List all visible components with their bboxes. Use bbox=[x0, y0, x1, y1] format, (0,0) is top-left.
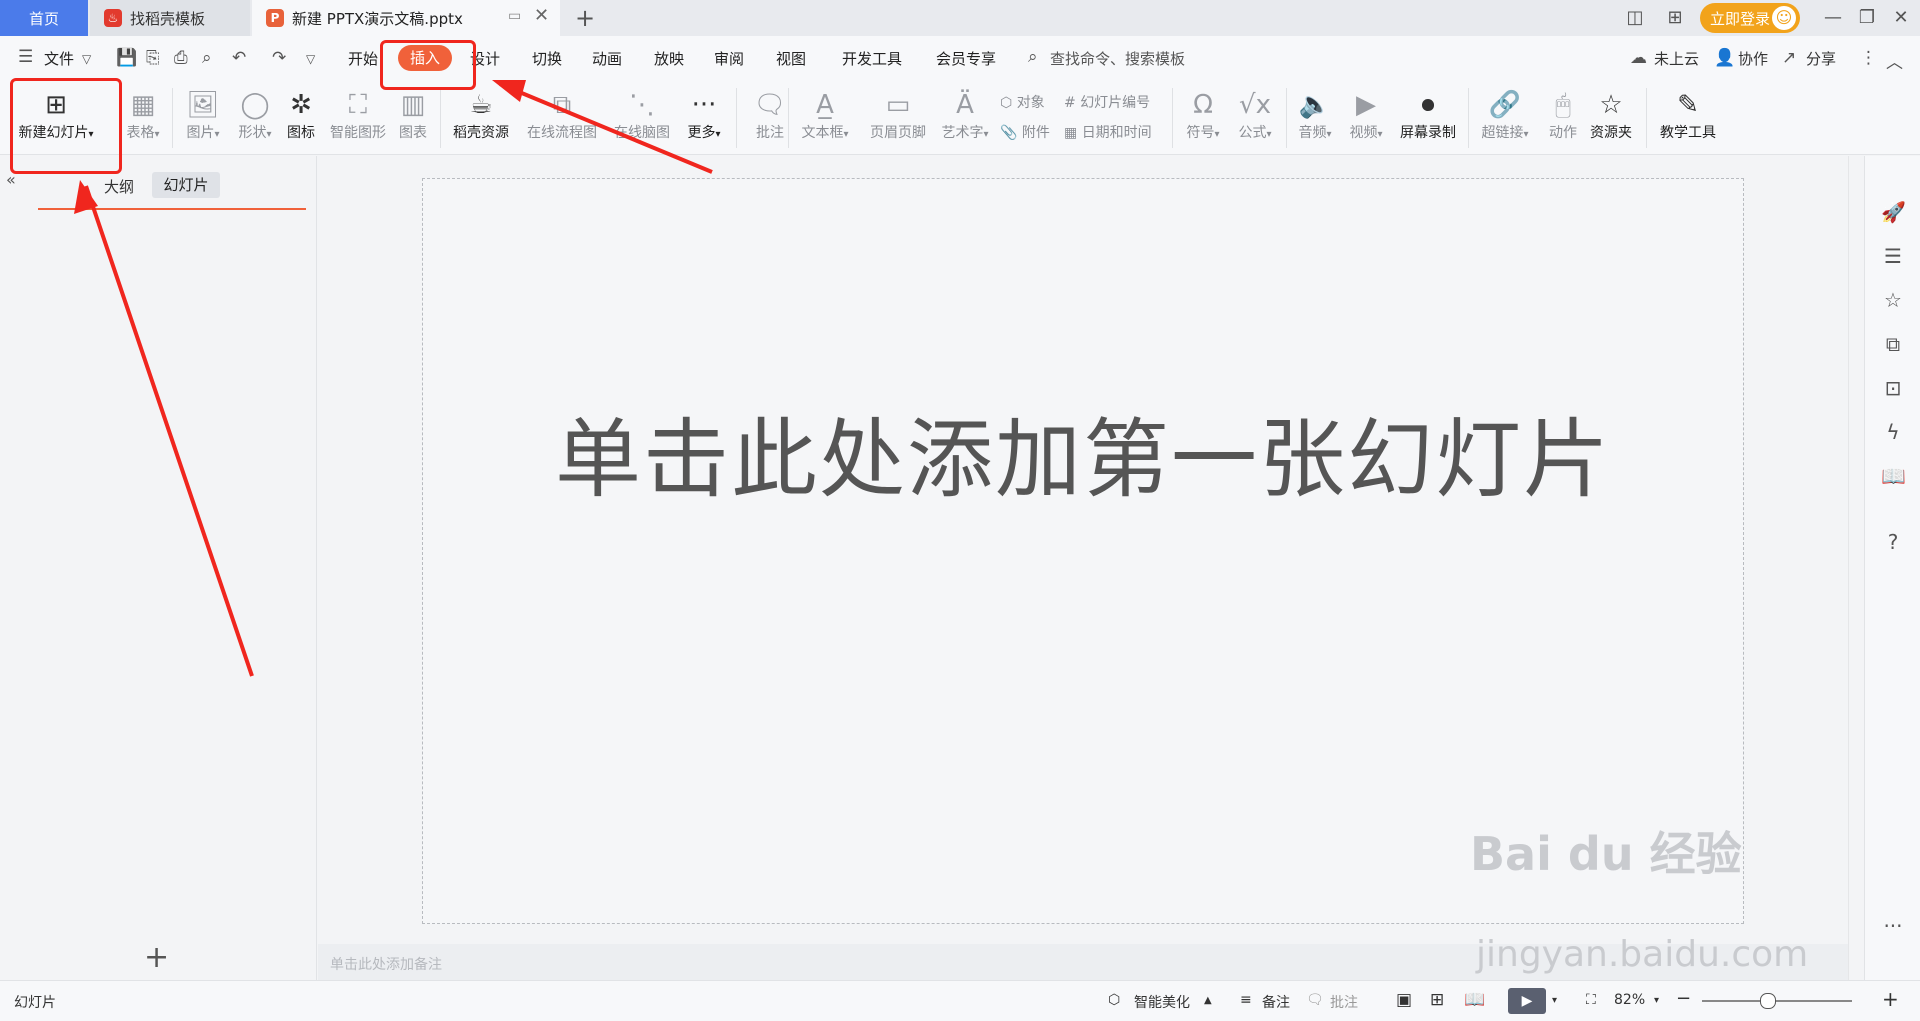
arrow-to-insert-tab bbox=[499, 82, 713, 174]
watermark-url: jingyan.baidu.com bbox=[1476, 934, 1809, 975]
watermark-logo: Bai du 经验 bbox=[1470, 827, 1742, 881]
arrow-to-new-slide bbox=[84, 185, 254, 677]
arrowhead-insert-tab bbox=[492, 80, 526, 102]
